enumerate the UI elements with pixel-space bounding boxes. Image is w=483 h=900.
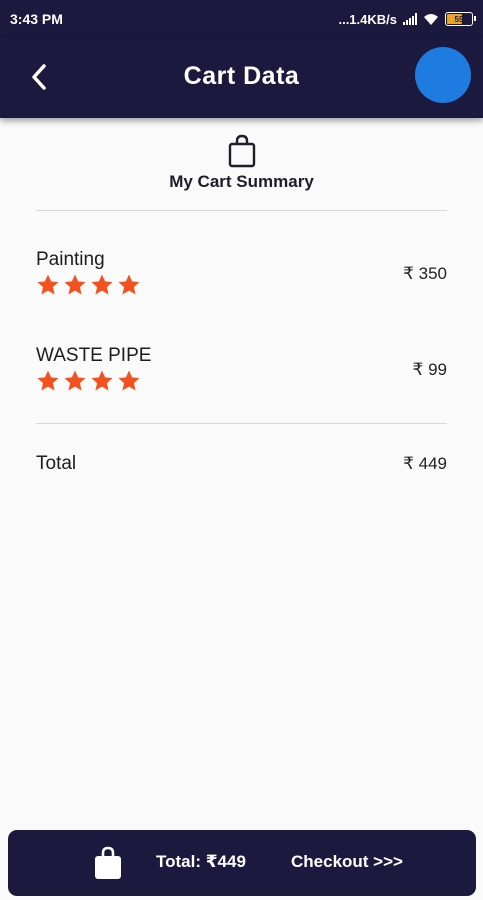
status-bar: 3:43 PM ...1.4KB/s 59 — [0, 0, 483, 38]
item-price: ₹ 350 — [403, 264, 447, 283]
list-item: Painting ₹ 350 — [36, 249, 447, 309]
item-name: WASTE PIPE — [36, 345, 152, 366]
star-icon — [91, 274, 113, 295]
avatar[interactable] — [415, 47, 471, 103]
battery-icon: 59 — [445, 12, 476, 26]
divider-bottom — [36, 423, 447, 424]
star-rating — [36, 369, 141, 393]
total-row: Total ₹ 449 — [36, 453, 447, 479]
shopping-bag-icon — [228, 134, 255, 168]
total-label: Total — [36, 453, 77, 474]
checkout-button[interactable]: Checkout >>> — [291, 852, 403, 872]
total-value: ₹ 449 — [403, 454, 447, 473]
item-name: Painting — [36, 249, 105, 270]
star-icon — [118, 370, 140, 391]
page-title: Cart Data — [183, 62, 300, 90]
cart-summary-title: My Cart Summary — [169, 172, 314, 191]
cart-summary-header: My Cart Summary — [0, 134, 483, 192]
list-item: WASTE PIPE ₹ 99 — [36, 345, 447, 405]
star-icon — [91, 370, 113, 391]
star-icon — [64, 370, 86, 391]
checkout-bar[interactable]: Total: ₹449 Checkout >>> — [8, 830, 476, 896]
star-icon — [37, 370, 59, 391]
battery-level: 59 — [454, 14, 464, 24]
app-bar: Cart Data — [0, 38, 483, 118]
star-rating — [36, 273, 141, 297]
wifi-icon — [424, 14, 438, 25]
shopping-bag-icon — [95, 846, 121, 879]
network-speed: ...1.4KB/s — [338, 11, 397, 27]
status-time: 3:43 PM — [10, 11, 63, 27]
star-icon — [118, 274, 140, 295]
item-price: ₹ 99 — [412, 360, 447, 379]
signal-icon — [403, 13, 417, 25]
star-icon — [37, 274, 59, 295]
divider-top — [36, 210, 447, 211]
status-icons: ...1.4KB/s 59 — [338, 11, 476, 27]
bottom-total: Total: ₹449 — [156, 852, 246, 871]
star-icon — [64, 274, 86, 295]
